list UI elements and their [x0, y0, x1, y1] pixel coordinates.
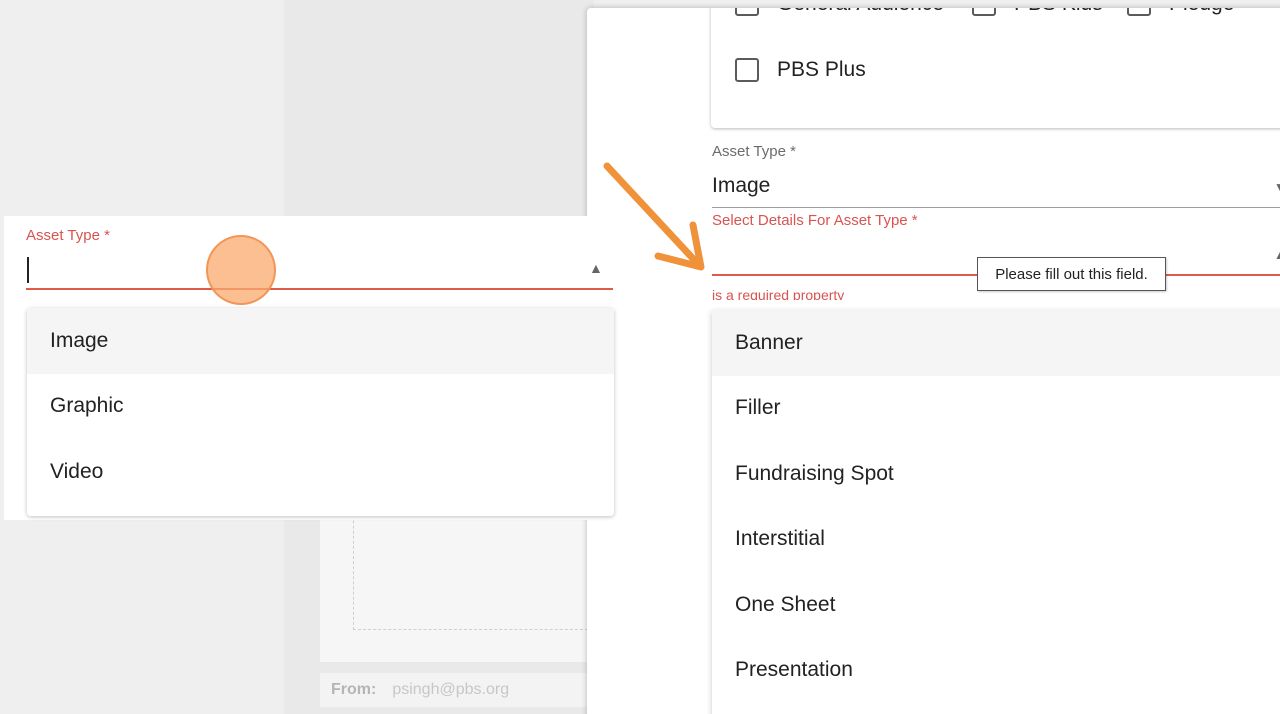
menu-item-image[interactable]: Image — [27, 308, 614, 374]
menu-item-filler[interactable]: Filler — [712, 376, 1280, 442]
asset-type-menu: Image Graphic Video — [27, 308, 614, 516]
checkbox-icon[interactable] — [1127, 8, 1151, 16]
from-label: From: — [331, 681, 377, 698]
audience-option-pbs-kids[interactable]: PBS Kids — [972, 8, 1103, 16]
chevron-down-icon[interactable]: ▼ — [1274, 180, 1280, 194]
asset-details-label: Select Details For Asset Type * — [712, 212, 918, 229]
menu-item-graphic[interactable]: Graphic — [27, 374, 614, 440]
asset-details-menu: Banner Filler Fundraising Spot Interstit… — [712, 310, 1280, 714]
zoom-asset-type-underline[interactable] — [26, 288, 613, 290]
asset-details-error: is a required property — [712, 287, 845, 300]
click-indicator — [206, 235, 276, 305]
zoomed-asset-type-panel: Asset Type * ▲ Image Graphic Video — [4, 216, 616, 520]
checkbox-icon[interactable] — [972, 8, 996, 16]
audience-option-pbs-plus[interactable]: PBS Plus — [735, 58, 866, 82]
annotation-arrow-icon — [603, 162, 705, 271]
menu-item-interstitial[interactable]: Interstitial — [712, 507, 1280, 573]
menu-item-banner[interactable]: Banner — [712, 310, 1280, 376]
menu-item-fundraising-spot[interactable]: Fundraising Spot — [712, 441, 1280, 507]
validation-tooltip: Please fill out this field. — [977, 257, 1166, 291]
audience-box: General Audience PBS Kids Pledge PBS Plu… — [711, 8, 1280, 128]
checkbox-icon[interactable] — [735, 8, 759, 16]
audience-option-general[interactable]: General Audience — [735, 8, 944, 16]
from-value: psingh@pbs.org — [392, 681, 510, 698]
asset-type-label: Asset Type * — [712, 143, 796, 160]
text-cursor — [27, 257, 29, 283]
menu-item-video[interactable]: Video — [27, 439, 614, 505]
audience-option-pledge[interactable]: Pledge — [1127, 8, 1234, 16]
asset-type-underline — [712, 207, 1280, 208]
asset-type-select[interactable]: Image — [712, 174, 770, 198]
menu-item-one-sheet[interactable]: One Sheet — [712, 572, 1280, 638]
menu-item-presentation[interactable]: Presentation — [712, 638, 1280, 704]
from-field: From: psingh@pbs.org — [320, 673, 590, 707]
checkbox-icon[interactable] — [735, 58, 759, 82]
chevron-down-icon[interactable]: ▲ — [1274, 248, 1280, 262]
zoom-asset-type-label: Asset Type * — [26, 227, 110, 244]
